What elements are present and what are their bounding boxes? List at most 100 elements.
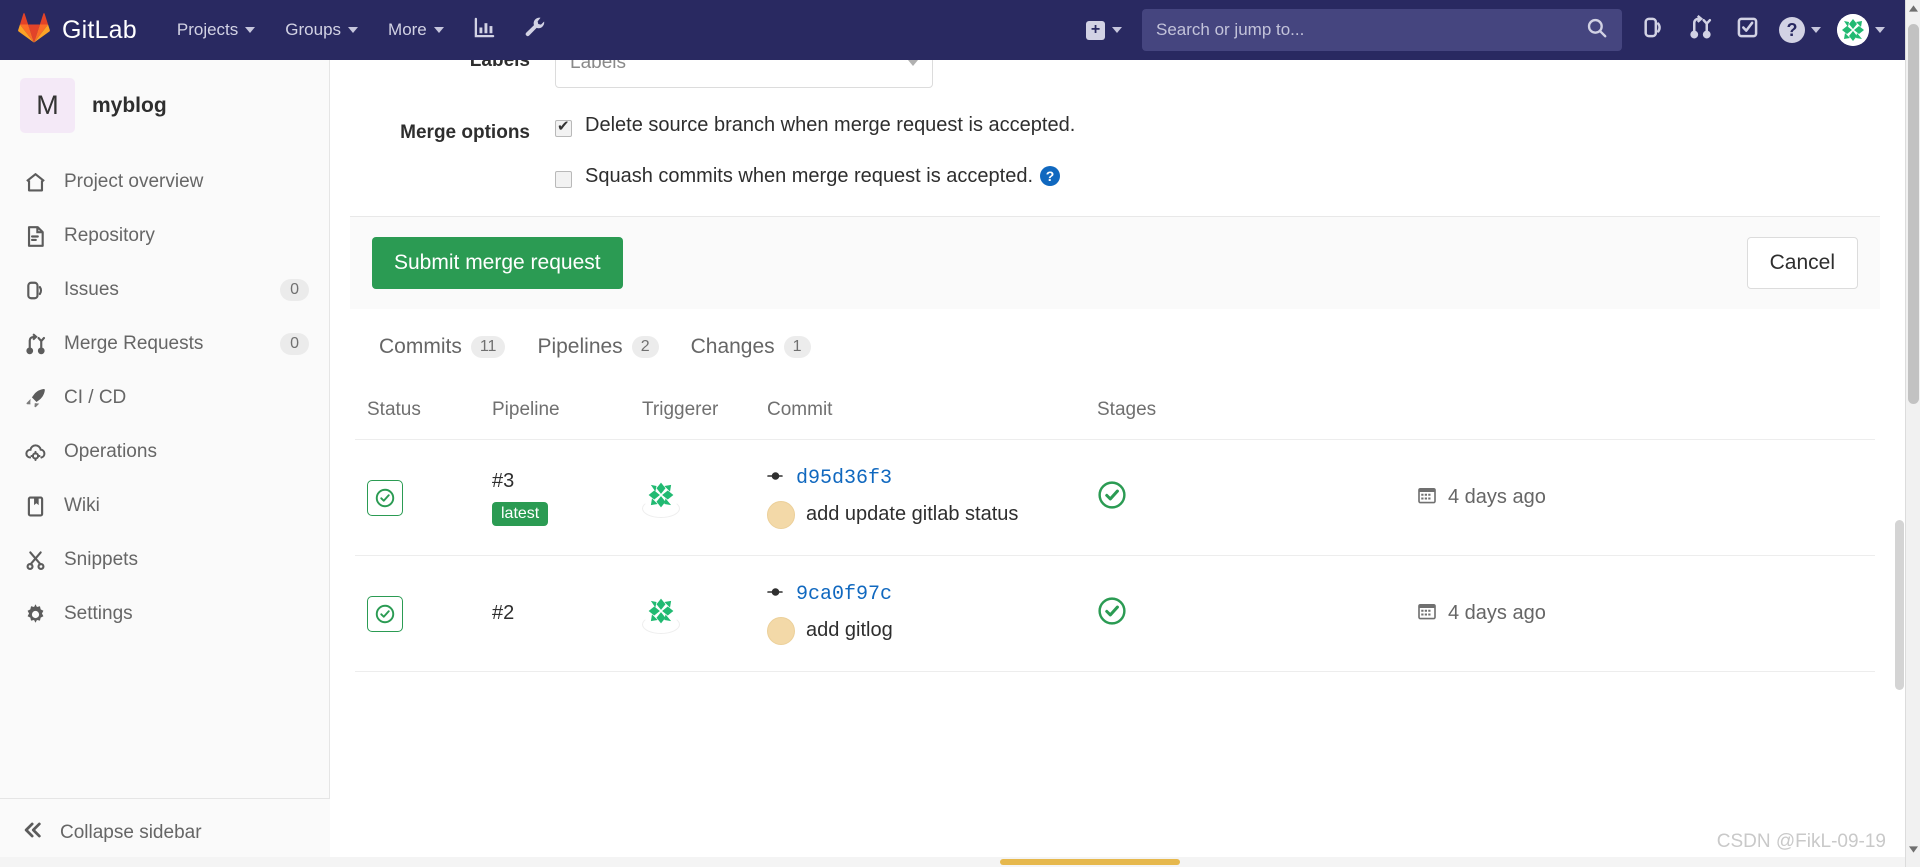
sidebar-item-repository[interactable]: Repository: [0, 209, 329, 263]
commit-hash-link[interactable]: 9ca0f97c: [796, 583, 892, 606]
submit-merge-request-button[interactable]: Submit merge request: [372, 237, 623, 289]
table-row[interactable]: #3 latest d95d36f3 add update gitlab sta…: [355, 440, 1875, 556]
sidebar-item-count: 0: [280, 279, 309, 301]
stage-passed-icon[interactable]: [1097, 481, 1127, 514]
pipelines-table: Status Pipeline Triggerer Commit Stages: [355, 381, 1875, 672]
page-hscrollbar-thumb[interactable]: [1000, 859, 1180, 865]
cell-date: 4 days ago: [1417, 485, 1875, 511]
sidebar-item-label: Wiki: [64, 495, 100, 516]
help-menu[interactable]: ?: [1773, 12, 1827, 48]
user-avatar[interactable]: [642, 477, 680, 518]
sidebar-item-ci-cd[interactable]: CI / CD: [0, 371, 329, 425]
tab-label: Pipelines: [537, 335, 623, 358]
chevron-down-icon: [245, 27, 256, 33]
user-avatar[interactable]: [642, 593, 680, 634]
search-box[interactable]: [1142, 9, 1622, 51]
tab-label: Changes: [690, 335, 775, 358]
page-scrollbar-thumb[interactable]: [1908, 24, 1919, 404]
nav-more[interactable]: More: [378, 12, 454, 48]
content-scrollbar-thumb[interactable]: [1895, 520, 1904, 690]
wrench-icon: [524, 16, 547, 44]
merge-requests-icon: [1688, 14, 1713, 45]
cell-date: 4 days ago: [1417, 601, 1875, 627]
sidebar-item-issues[interactable]: Issues 0: [0, 263, 329, 317]
sidebar-item-label: CI / CD: [64, 387, 127, 408]
cell-commit: d95d36f3 add update gitlab status: [767, 467, 1097, 529]
cloud-gear-icon: [22, 439, 48, 465]
commit-hash-link[interactable]: d95d36f3: [796, 467, 892, 490]
chevron-down-icon: [1112, 27, 1122, 33]
cancel-button[interactable]: Cancel: [1746, 237, 1858, 289]
user-avatar: [1837, 14, 1869, 46]
option-squash-commits[interactable]: Squash commits when merge request is acc…: [555, 165, 1875, 188]
sidebar-item-label: Settings: [64, 603, 133, 624]
double-chevron-left-icon: [22, 819, 44, 847]
todos-icon: [1735, 15, 1760, 45]
create-new-button[interactable]: +: [1080, 16, 1128, 45]
chevron-down-icon: [348, 27, 359, 33]
todos-button[interactable]: [1726, 8, 1769, 52]
labels-select[interactable]: Labels: [555, 60, 933, 88]
cell-pipeline: #2: [492, 602, 642, 625]
navbar-links: Projects Groups More: [167, 9, 556, 51]
search-icon: [1586, 17, 1608, 44]
top-navbar: GitLab Projects Groups More + Search or …: [0, 0, 1905, 60]
sidebar-item-operations[interactable]: Operations: [0, 425, 329, 479]
admin-wrench-button[interactable]: [515, 9, 556, 51]
chevron-down-icon: [908, 60, 918, 66]
stage-passed-icon[interactable]: [1097, 597, 1127, 630]
pipeline-id[interactable]: #3: [492, 470, 642, 493]
squash-help-icon[interactable]: ?: [1040, 166, 1060, 186]
document-icon: [22, 223, 48, 249]
tab-pipelines[interactable]: Pipelines 2: [525, 329, 670, 365]
cell-pipeline: #3 latest: [492, 470, 642, 526]
cell-stages: [1097, 596, 1417, 631]
table-row[interactable]: #2 9ca0f97c add gitlog 4 days ago: [355, 556, 1875, 672]
tab-changes[interactable]: Changes 1: [679, 329, 823, 365]
commit-node-icon: [767, 584, 787, 605]
page-vertical-scrollbar[interactable]: [1905, 0, 1920, 867]
option-label: Delete source branch when merge request …: [585, 114, 1076, 136]
status-passed-icon[interactable]: [367, 479, 403, 516]
latest-badge: latest: [492, 501, 549, 526]
column-header-commit: Commit: [767, 399, 833, 420]
book-icon: [22, 493, 48, 519]
delete-source-branch-checkbox[interactable]: [555, 117, 572, 137]
page-horizontal-scrollbar[interactable]: [0, 857, 1905, 867]
commit-message[interactable]: add gitlog: [806, 619, 893, 642]
merge-requests-button[interactable]: [1679, 8, 1722, 52]
commit-message[interactable]: add update gitlab status: [806, 503, 1018, 526]
option-delete-source-branch[interactable]: Delete source branch when merge request …: [555, 114, 1875, 137]
sidebar-item-snippets[interactable]: Snippets: [0, 533, 329, 587]
analytics-button[interactable]: [464, 9, 505, 51]
status-passed-icon[interactable]: [367, 595, 403, 632]
scroll-down-arrow[interactable]: [1906, 841, 1920, 857]
sidebar-item-label: Snippets: [64, 549, 138, 570]
sidebar-item-wiki[interactable]: Wiki: [0, 479, 329, 533]
chevron-down-icon: [433, 27, 444, 33]
tab-count: 11: [470, 336, 506, 358]
issues-button[interactable]: [1632, 8, 1675, 52]
rocket-icon: [22, 385, 48, 411]
main-content: Labels Labels Merge options Delete sourc…: [330, 60, 1905, 867]
user-menu[interactable]: [1831, 9, 1891, 51]
issues-icon: [22, 277, 48, 303]
pipeline-date: 4 days ago: [1448, 602, 1546, 624]
sidebar-item-settings[interactable]: Settings: [0, 587, 329, 641]
nav-more-label: More: [388, 20, 427, 39]
project-header[interactable]: M myblog: [0, 60, 329, 149]
squash-commits-checkbox[interactable]: [555, 171, 572, 188]
nav-groups[interactable]: Groups: [275, 12, 368, 48]
navbar-right-icons: ?: [1632, 8, 1891, 52]
scroll-up-arrow[interactable]: [1906, 0, 1920, 16]
tab-commits[interactable]: Commits 11: [367, 329, 517, 365]
sidebar-item-project-overview[interactable]: Project overview: [0, 155, 329, 209]
search-input[interactable]: [1156, 20, 1586, 40]
project-sidebar: M myblog Project overview Repository Iss…: [0, 60, 330, 867]
chevron-down-icon: [1811, 27, 1821, 33]
nav-projects[interactable]: Projects: [167, 12, 265, 48]
gitlab-logo-link[interactable]: GitLab: [18, 12, 137, 48]
watermark: CSDN @FikL-09-19: [1716, 831, 1886, 852]
pipeline-id[interactable]: #2: [492, 602, 642, 625]
sidebar-item-merge-requests[interactable]: Merge Requests 0: [0, 317, 329, 371]
